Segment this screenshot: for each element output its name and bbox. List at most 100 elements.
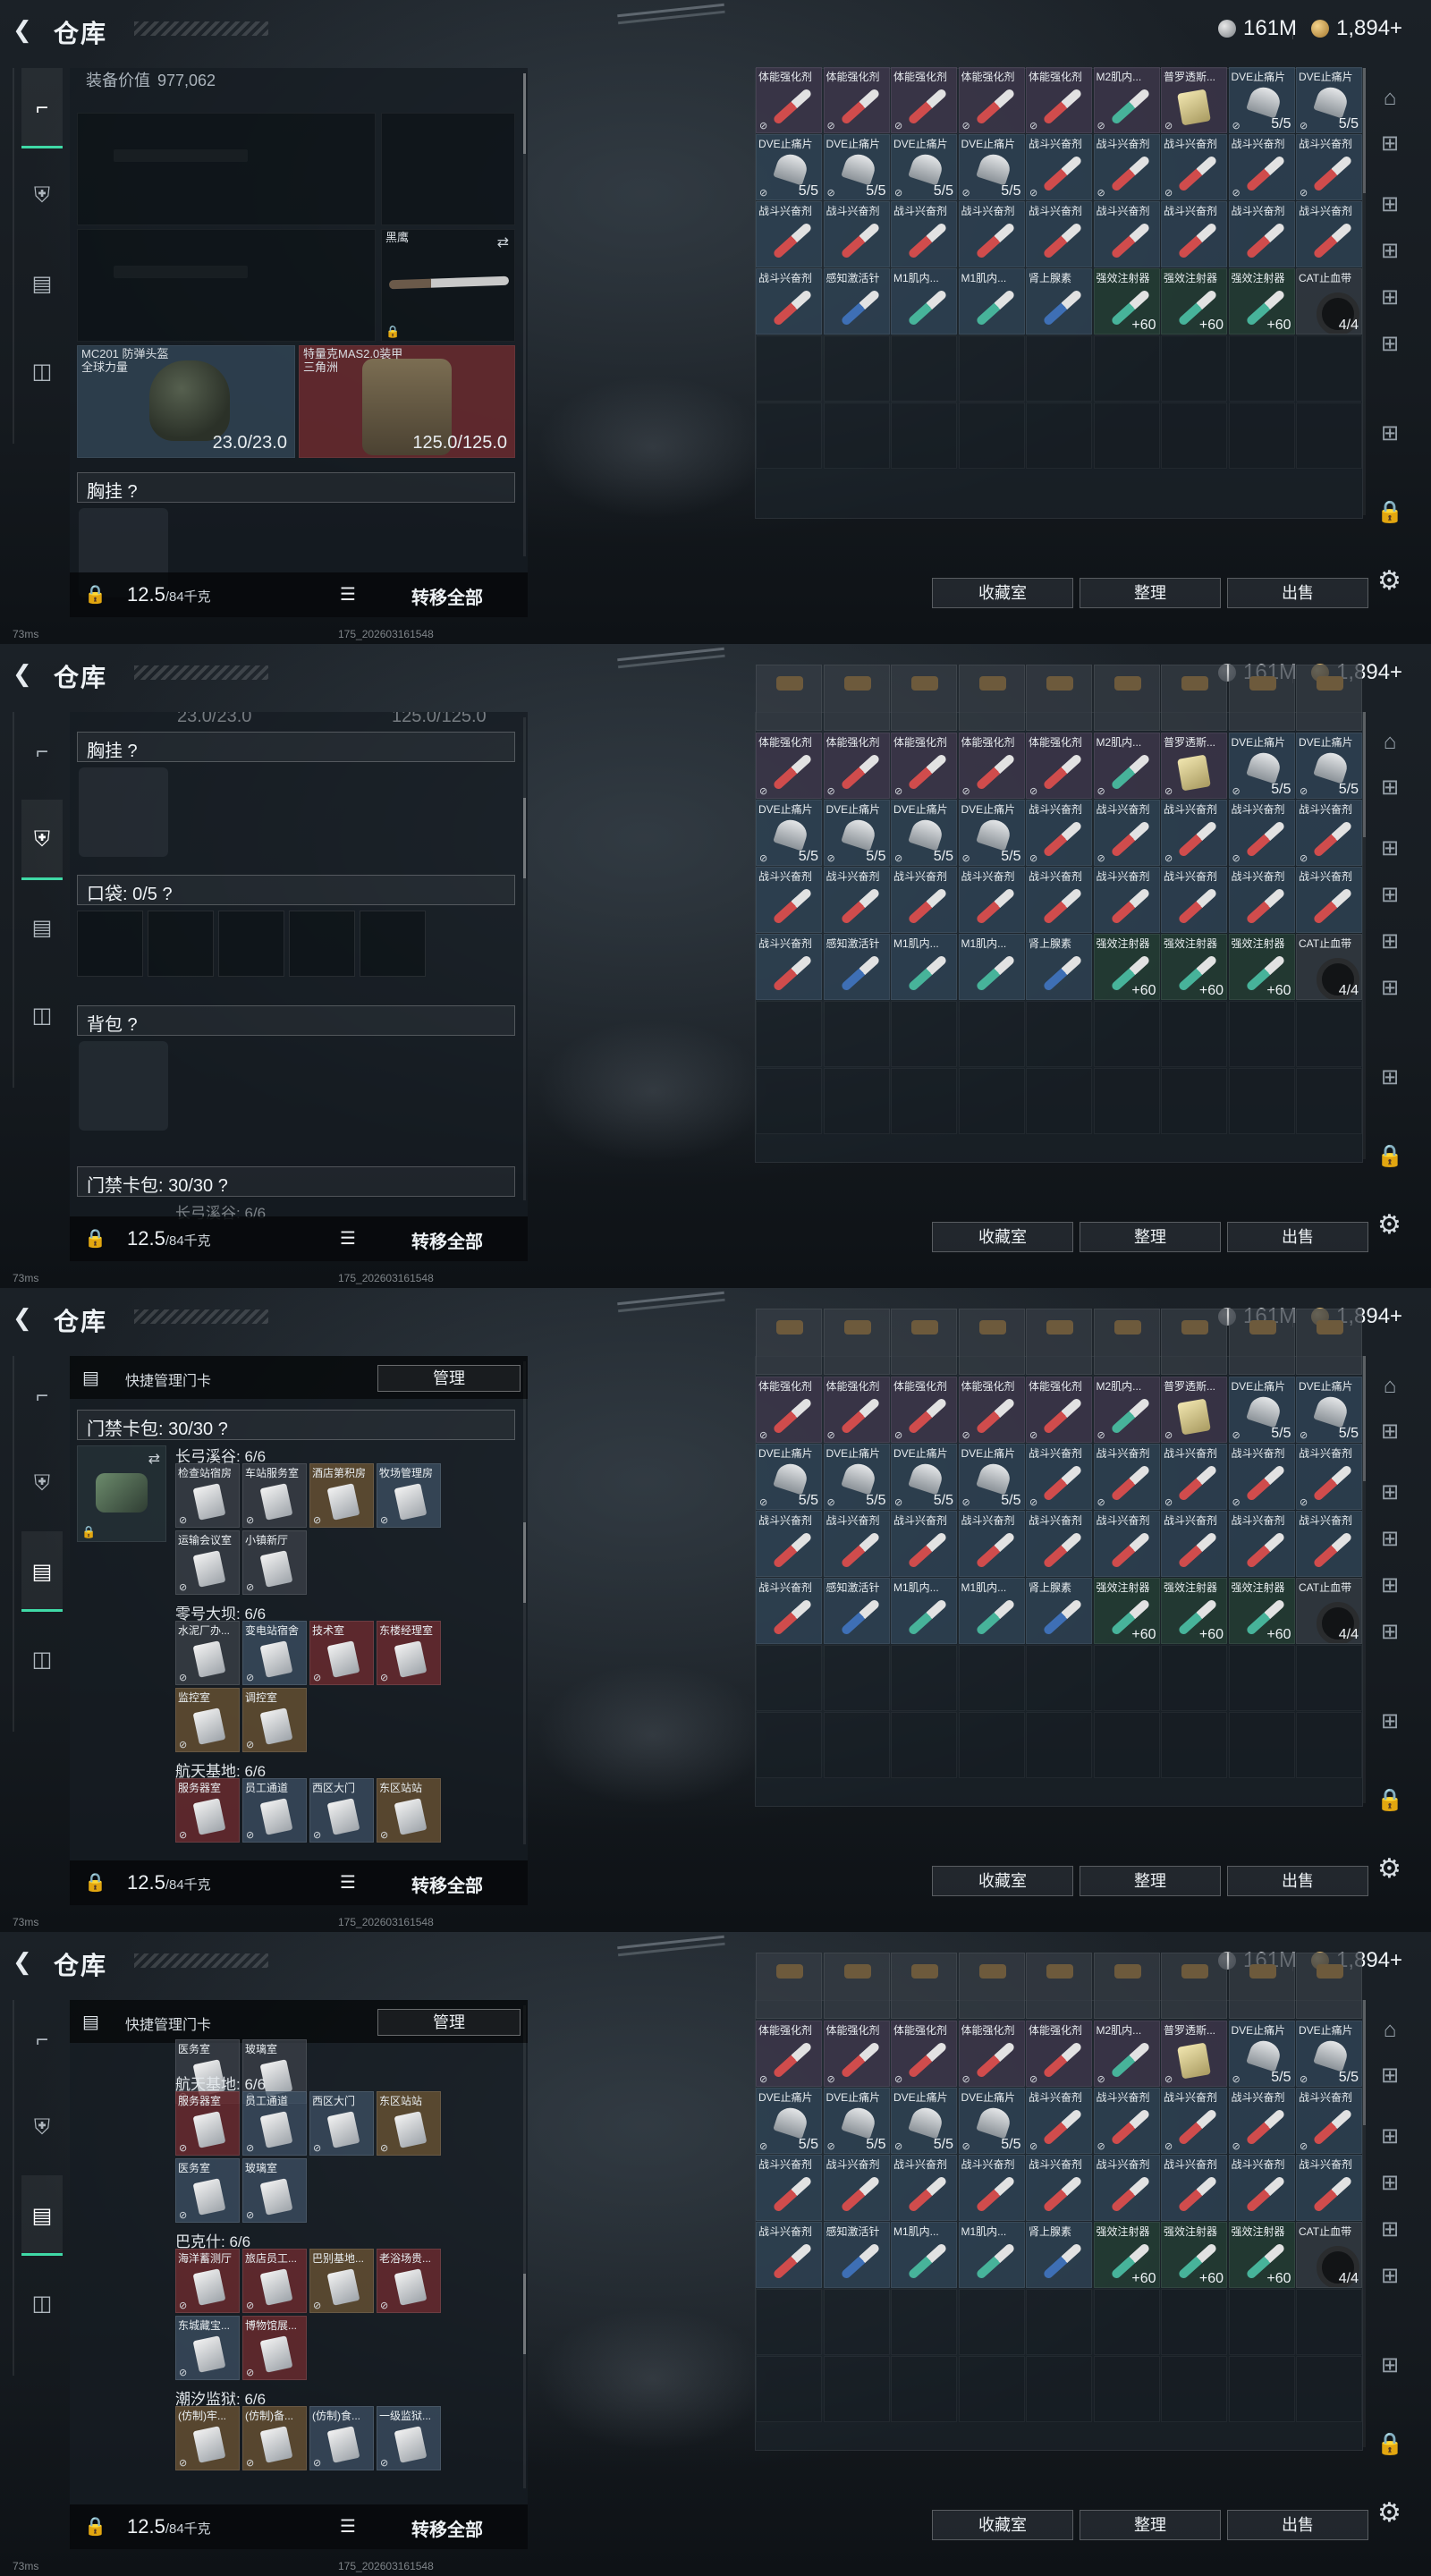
empty-slot[interactable] — [958, 1645, 1025, 1711]
warehouse-icon[interactable]: ⌂ — [1374, 2018, 1406, 2046]
loadout-scrollbar[interactable] — [523, 73, 526, 556]
manage-button[interactable]: 管理 — [377, 1365, 521, 1392]
empty-slot[interactable] — [823, 335, 890, 402]
pocket-slot[interactable] — [218, 911, 284, 977]
empty-slot[interactable] — [823, 1068, 890, 1134]
inventory-cell-peek[interactable] — [958, 1953, 1025, 2019]
empty-slot[interactable] — [958, 1001, 1025, 1067]
melee-slot[interactable]: 黑鹰 ⇄ 🔒 — [381, 229, 515, 342]
empty-slot[interactable] — [1296, 402, 1362, 469]
inventory-item[interactable]: 战斗兴奋剂 — [1026, 2155, 1092, 2221]
empty-slot[interactable] — [1296, 2356, 1362, 2422]
back-button[interactable]: ❮ — [13, 660, 39, 687]
tab-clipboard[interactable]: ▤ — [21, 887, 63, 968]
inventory-item[interactable]: 战斗兴奋剂 — [958, 201, 1025, 267]
inventory-item[interactable]: 战斗兴奋剂 ⊘ — [1228, 1444, 1295, 1510]
inventory-item[interactable]: DVE止痛片 5/5 ⊘ — [1228, 1377, 1295, 1443]
keycard-item[interactable]: 西区大门 ⊘ — [309, 2091, 374, 2156]
keycard-item[interactable]: (仿制)备... ⊘ — [242, 2406, 307, 2470]
inventory-item[interactable]: M1肌内... — [891, 2222, 957, 2288]
inventory-item[interactable]: DVE止痛片 5/5 ⊘ — [891, 2088, 957, 2154]
list-icon[interactable]: ☰ — [340, 2515, 356, 2538]
scroll-thumb[interactable] — [1363, 2000, 1366, 2125]
add-storage-icon[interactable]: ⊞ — [1374, 775, 1406, 803]
inventory-item[interactable]: DVE止痛片 5/5 ⊘ — [756, 134, 822, 200]
inventory-item[interactable]: 强效注射器 +60 — [1228, 268, 1295, 335]
backpack-header[interactable]: 背包 ? — [77, 1005, 515, 1036]
empty-slot[interactable] — [1161, 1068, 1227, 1134]
pocket-slot[interactable] — [360, 911, 426, 977]
tab-pistol[interactable]: ⌐ — [21, 1356, 63, 1436]
empty-slot[interactable] — [958, 1068, 1025, 1134]
inventory-item[interactable]: M1肌内... — [958, 268, 1025, 335]
inventory-cell-peek[interactable] — [891, 1953, 957, 2019]
keycard-item[interactable]: 玻璃室 ⊘ — [242, 2158, 307, 2223]
empty-slot[interactable] — [1026, 2289, 1092, 2355]
tab-pistol[interactable]: ⌐ — [21, 2000, 63, 2080]
gold-balance[interactable]: 1,894+ — [1311, 16, 1402, 41]
inventory-cell-peek[interactable] — [756, 1953, 822, 2019]
keycard-item[interactable]: 东楼经理室 ⊘ — [377, 1621, 441, 1685]
inventory-item[interactable]: 体能强化剂 ⊘ — [891, 1377, 957, 1443]
inventory-item[interactable]: 体能强化剂 ⊘ — [958, 2021, 1025, 2087]
inventory-item[interactable]: 肾上腺素 — [1026, 934, 1092, 1000]
armor-slot[interactable]: 特量克MAS2.0装甲 三角洲 125.0/125.0 — [299, 345, 515, 458]
empty-slot[interactable] — [756, 335, 822, 402]
keycard-item[interactable]: 博物馆展... ⊘ — [242, 2316, 307, 2380]
empty-slot[interactable] — [958, 2356, 1025, 2422]
sell-button[interactable]: 出售 — [1227, 1866, 1368, 1896]
inventory-item[interactable]: 战斗兴奋剂 — [891, 1511, 957, 1577]
transfer-all-button[interactable]: 转移全部 — [411, 583, 483, 609]
inventory-item[interactable]: 战斗兴奋剂 ⊘ — [1093, 2088, 1160, 2154]
inventory-item[interactable]: DVE止痛片 5/5 ⊘ — [823, 2088, 890, 2154]
empty-slot[interactable] — [1093, 1068, 1160, 1134]
empty-slot[interactable] — [1093, 2356, 1160, 2422]
inventory-item[interactable]: 战斗兴奋剂 — [1296, 2155, 1362, 2221]
empty-slot[interactable] — [1228, 1068, 1295, 1134]
inventory-item[interactable]: 战斗兴奋剂 ⊘ — [1093, 134, 1160, 200]
tab-pistol[interactable]: ⌐ — [21, 68, 63, 148]
keycard-item[interactable]: 服务器室 ⊘ — [175, 1778, 240, 1843]
inventory-item[interactable]: 体能强化剂 ⊘ — [756, 733, 822, 799]
inventory-item[interactable]: 感知激活针 — [823, 2222, 890, 2288]
empty-slot[interactable] — [756, 2289, 822, 2355]
list-icon[interactable]: ☰ — [340, 1227, 356, 1250]
inventory-item[interactable]: M2肌内... ⊘ — [1093, 733, 1160, 799]
inventory-item[interactable]: 战斗兴奋剂 — [756, 2222, 822, 2288]
empty-slot[interactable] — [1161, 1712, 1227, 1778]
empty-slot[interactable] — [1161, 1645, 1227, 1711]
inventory-item[interactable]: 体能强化剂 ⊘ — [1026, 733, 1092, 799]
keycard-item[interactable]: 变电站宿舍 ⊘ — [242, 1621, 307, 1685]
inventory-item[interactable]: 战斗兴奋剂 — [756, 1578, 822, 1644]
inventory-item[interactable]: 强效注射器 +60 — [1161, 1578, 1227, 1644]
inventory-item[interactable]: DVE止痛片 5/5 ⊘ — [1296, 1377, 1362, 1443]
inventory-item[interactable]: M1肌内... — [958, 2222, 1025, 2288]
inventory-item[interactable]: 战斗兴奋剂 — [756, 1511, 822, 1577]
keycard-item[interactable]: 员工通道 ⊘ — [242, 1778, 307, 1843]
add-storage-icon[interactable]: ⊞ — [1374, 331, 1406, 360]
add-storage-icon[interactable]: ⊞ — [1374, 1419, 1406, 1447]
empty-slot[interactable] — [1161, 2356, 1227, 2422]
inventory-item[interactable]: 战斗兴奋剂 ⊘ — [1161, 2088, 1227, 2154]
inventory-cell-peek[interactable] — [1296, 1309, 1362, 1375]
inventory-item[interactable]: 普罗透斯... ⊘ — [1161, 733, 1227, 799]
tab-armor-vest[interactable]: ⛨ — [21, 800, 63, 880]
inventory-item[interactable]: 战斗兴奋剂 ⊘ — [1026, 1444, 1092, 1510]
inventory-item[interactable]: 感知激活针 — [823, 934, 890, 1000]
inventory-scrollbar[interactable] — [1363, 1356, 1366, 1803]
add-storage-icon[interactable]: ⊞ — [1374, 2263, 1406, 2292]
inventory-cell-peek[interactable] — [1228, 1953, 1295, 2019]
inventory-cell-peek[interactable] — [1161, 1953, 1227, 2019]
list-icon[interactable]: ☰ — [340, 1871, 356, 1894]
inventory-item[interactable]: 体能强化剂 ⊘ — [1026, 67, 1092, 133]
empty-slot[interactable] — [958, 402, 1025, 469]
inventory-cell-peek[interactable] — [958, 1309, 1025, 1375]
add-storage-icon[interactable]: ⊞ — [1374, 1064, 1406, 1093]
inventory-item[interactable]: 战斗兴奋剂 — [891, 201, 957, 267]
keycard-bag-item[interactable]: ⇄ 🔒 — [77, 1445, 166, 1542]
inventory-item[interactable]: M1肌内... — [958, 934, 1025, 1000]
inventory-item[interactable]: 强效注射器 +60 — [1161, 268, 1227, 335]
inventory-item[interactable]: 战斗兴奋剂 ⊘ — [1296, 134, 1362, 200]
add-storage-icon[interactable]: ⊞ — [1374, 191, 1406, 220]
inventory-item[interactable]: 体能强化剂 ⊘ — [823, 733, 890, 799]
